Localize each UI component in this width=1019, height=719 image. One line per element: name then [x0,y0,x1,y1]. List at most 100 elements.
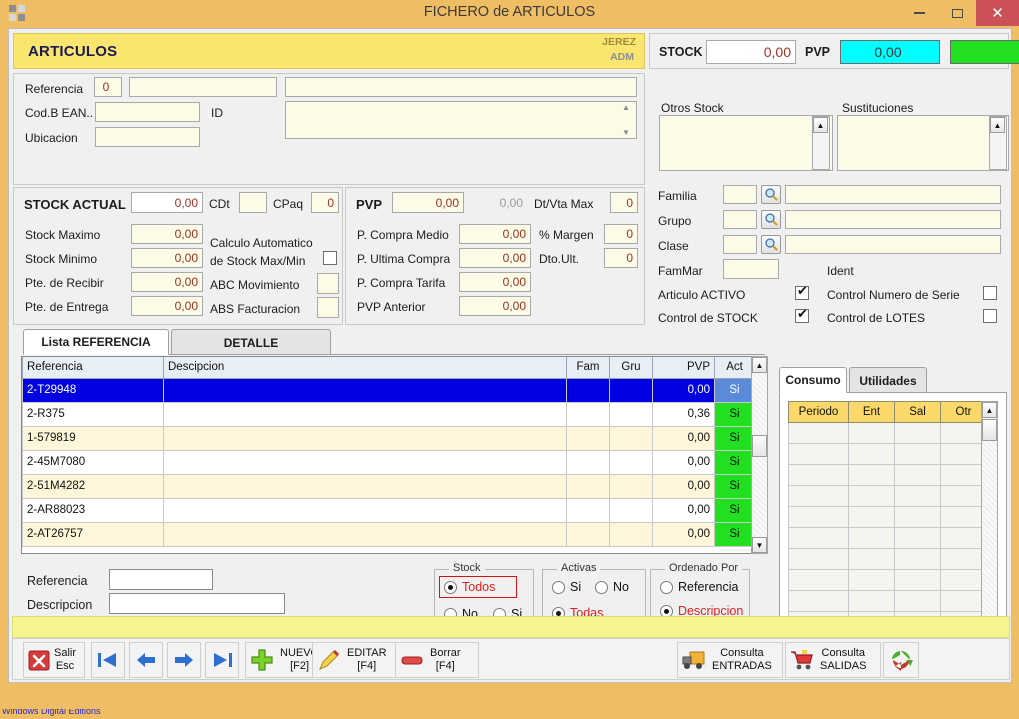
control-stock-checkbox[interactable] [795,309,809,323]
pvp-value-field[interactable]: 0,00 [840,40,940,64]
familia-code-field[interactable] [723,185,757,204]
magnifier-icon-familia[interactable] [761,185,781,204]
codbean-field[interactable] [95,102,200,122]
tab-lista-referencia[interactable]: Lista REFERENCIA [23,329,169,355]
magnifier-icon-grupo[interactable] [761,210,781,229]
table-row[interactable]: 2-45M70800,00Si [23,450,755,474]
consumo-row[interactable] [789,528,987,549]
abc-movimiento-field[interactable] [317,273,339,294]
search-descripcion-input[interactable] [109,593,285,614]
pvp-price-field[interactable]: 0,00 [392,192,464,213]
sustituciones-scrollbar[interactable]: ▲ [989,116,1007,170]
next-record-button[interactable] [167,642,201,678]
last-record-button[interactable] [205,642,239,678]
search-referencia-input[interactable] [109,569,213,590]
col-periodo[interactable]: Periodo [789,402,849,423]
grupo-code-field[interactable] [723,210,757,229]
magnifier-icon-clase[interactable] [761,235,781,254]
table-row[interactable]: 2-R3750,36Si [23,402,755,426]
referencia-code-field[interactable] [129,77,277,97]
scrollbar-thumb[interactable] [982,419,997,441]
fammar-field[interactable] [723,259,779,279]
consumo-row[interactable] [789,465,987,486]
consumo-row[interactable] [789,444,987,465]
scroll-up-icon[interactable]: ▲ [813,117,828,133]
stock-actual-field[interactable]: 0,00 [131,192,203,213]
calculo-automatico-checkbox[interactable] [323,251,337,265]
tab-consumo[interactable]: Consumo [779,367,847,393]
margen-field[interactable]: 0 [604,224,638,244]
radio-stock-todos[interactable]: Todos [444,580,495,594]
p-compra-medio-field[interactable]: 0,00 [459,224,531,244]
otros-stock-list[interactable] [659,115,833,171]
id-field[interactable] [285,101,637,139]
salir-button[interactable]: Salir Esc [23,642,85,678]
borrar-button[interactable]: Borrar [F4] [395,642,479,678]
table-row[interactable]: 2-T299480,00Si [23,378,755,402]
consumo-scrollbar[interactable]: ▲ ▼ [981,401,998,651]
scroll-up-icon[interactable]: ▲ [752,357,767,373]
articulo-activo-checkbox[interactable] [795,286,809,300]
radio-activas-no[interactable]: No [595,580,629,594]
consumo-row[interactable] [789,549,987,570]
col-act[interactable]: Act [715,357,755,378]
radio-activas-si[interactable]: Si [552,580,581,594]
consumo-row[interactable] [789,423,987,444]
col-referencia[interactable]: Referencia [23,357,164,378]
p-compra-tarifa-field[interactable]: 0,00 [459,272,531,292]
scroll-up-icon[interactable]: ▲ [982,402,997,418]
dtoult-field[interactable]: 0 [604,248,638,268]
abs-facturacion-field[interactable] [317,297,339,318]
clase-code-field[interactable] [723,235,757,254]
table-row[interactable]: 2-AR880230,00Si [23,498,755,522]
editar-button[interactable]: EDITAR [F4] [312,642,400,678]
articles-grid[interactable]: Referencia Descipcion Fam Gru PVP Act 2-… [21,356,756,554]
referencia-number-field[interactable]: 0 [94,77,122,97]
refresh-button[interactable] [883,642,919,678]
table-row[interactable]: 1-5798190,00Si [23,426,755,450]
tab-utilidades[interactable]: Utilidades [849,367,927,393]
col-ent[interactable]: Ent [849,402,895,423]
familia-desc-field[interactable] [785,185,1001,204]
scroll-up-icon[interactable]: ▲ [990,117,1005,133]
tab-detalle[interactable]: DETALLE [171,329,331,355]
pvp-anterior-field[interactable]: 0,00 [459,296,531,316]
scroll-down-icon[interactable]: ▼ [622,128,630,137]
prev-record-button[interactable] [129,642,163,678]
consulta-salidas-button[interactable]: Consulta SALIDAS [785,642,881,678]
pte-entrega-field[interactable]: 0,00 [131,296,203,316]
col-otr[interactable]: Otr [941,402,987,423]
sustituciones-list[interactable] [837,115,1009,171]
cdt-field[interactable] [239,192,267,213]
consulta-entradas-button[interactable]: Consulta ENTRADAS [677,642,783,678]
scroll-up-icon[interactable]: ▲ [622,103,630,112]
ubicacion-field[interactable] [95,127,200,147]
scrollbar-trough[interactable] [982,419,997,633]
col-descripcion[interactable]: Descipcion [164,357,567,378]
col-gru[interactable]: Gru [610,357,653,378]
control-lotes-checkbox[interactable] [983,309,997,323]
col-pvp[interactable]: PVP [653,357,715,378]
cpaq-field[interactable]: 0 [311,192,339,213]
otros-stock-scrollbar[interactable]: ▲ [812,116,830,170]
first-record-button[interactable] [91,642,125,678]
col-fam[interactable]: Fam [567,357,610,378]
grupo-desc-field[interactable] [785,210,1001,229]
consumo-row[interactable] [789,507,987,528]
scrollbar-thumb[interactable] [752,435,767,457]
col-sal[interactable]: Sal [895,402,941,423]
consumo-row[interactable] [789,591,987,612]
maximize-button[interactable] [938,0,976,26]
stock-value-field[interactable]: 0,00 [706,40,796,64]
close-button[interactable]: ✕ [976,0,1019,26]
scroll-down-icon[interactable]: ▼ [752,537,767,553]
stock-maximo-field[interactable]: 0,00 [131,224,203,244]
control-serie-checkbox[interactable] [983,286,997,300]
stock-minimo-field[interactable]: 0,00 [131,248,203,268]
radio-ordenado-referencia[interactable]: Referencia [660,580,738,594]
dtvtamax-field[interactable]: 0 [610,192,638,213]
table-row[interactable]: 2-51M42820,00Si [23,474,755,498]
referencia-description-field[interactable] [285,77,637,97]
p-ultima-compra-field[interactable]: 0,00 [459,248,531,268]
minimize-button[interactable] [900,0,938,26]
